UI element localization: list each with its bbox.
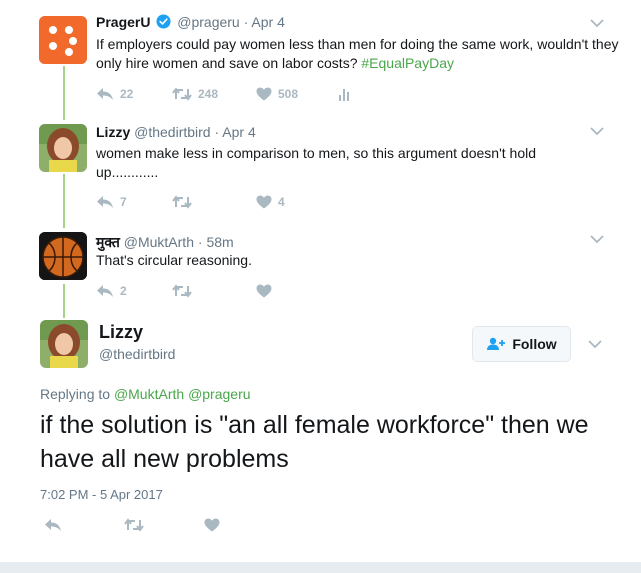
separator-dot: · bbox=[197, 234, 203, 250]
tweet-time[interactable]: Apr 4 bbox=[251, 14, 284, 30]
follow-button[interactable]: Follow bbox=[472, 326, 571, 362]
reply-button[interactable] bbox=[44, 518, 124, 532]
tweet-actions: 7 4 bbox=[96, 193, 285, 211]
add-user-icon bbox=[487, 337, 506, 350]
like-count: 508 bbox=[278, 87, 299, 101]
heart-icon bbox=[256, 195, 272, 209]
page-footer-divider bbox=[0, 562, 641, 573]
mention-link[interactable]: @MuktArth bbox=[114, 386, 184, 402]
tweet-header: Lizzy @thedirtbird · Apr 4 bbox=[96, 124, 256, 140]
main-author-avatar[interactable] bbox=[40, 320, 88, 368]
like-button[interactable] bbox=[204, 518, 220, 532]
tweet-prageru[interactable]: PragerU @prageru · Apr 4 If employers co… bbox=[0, 0, 641, 112]
mention-link[interactable]: @prageru bbox=[188, 386, 250, 402]
tweet-text: If employers could pay women less than m… bbox=[96, 35, 636, 73]
reply-count: 2 bbox=[120, 284, 127, 298]
analytics-button[interactable] bbox=[338, 87, 352, 101]
like-button[interactable]: 508 bbox=[256, 87, 338, 101]
reply-icon bbox=[45, 519, 61, 531]
like-count: 4 bbox=[278, 195, 285, 209]
tweet-text-body: If employers could pay women less than m… bbox=[96, 36, 619, 71]
author-handle[interactable]: @thedirtbird bbox=[134, 124, 210, 140]
follow-button-label: Follow bbox=[512, 336, 557, 352]
tweet-header: मुक्त @MuktArth · 58m bbox=[96, 233, 234, 252]
heart-icon bbox=[256, 87, 272, 101]
analytics-icon bbox=[339, 89, 349, 101]
tweet-muktarth-reply[interactable]: मुक्त @MuktArth · 58m That's circular re… bbox=[0, 222, 641, 314]
reply-icon bbox=[97, 196, 113, 208]
retweet-icon bbox=[124, 518, 144, 532]
author-name[interactable]: PragerU bbox=[96, 14, 150, 30]
retweet-icon bbox=[172, 195, 192, 209]
retweet-icon bbox=[172, 284, 192, 298]
tweet-text: That's circular reasoning. bbox=[96, 252, 252, 268]
lizzy-avatar-image bbox=[39, 124, 87, 172]
author-name[interactable]: मुक्त bbox=[96, 234, 120, 250]
heart-icon bbox=[204, 518, 220, 532]
lizzy-avatar[interactable] bbox=[39, 124, 87, 172]
author-name[interactable]: Lizzy bbox=[96, 124, 130, 140]
retweet-button[interactable] bbox=[172, 195, 256, 209]
author-handle[interactable]: @prageru bbox=[177, 14, 239, 30]
reply-button[interactable]: 2 bbox=[96, 284, 172, 298]
reply-button[interactable]: 22 bbox=[96, 87, 172, 101]
hashtag-link[interactable]: #EqualPayDay bbox=[361, 55, 454, 71]
like-button[interactable] bbox=[256, 284, 272, 298]
chevron-down-icon[interactable] bbox=[589, 18, 605, 28]
replying-to-label: Replying to bbox=[40, 386, 114, 402]
retweet-button[interactable] bbox=[124, 518, 204, 532]
retweet-icon bbox=[172, 87, 192, 101]
tweet-time[interactable]: Apr 4 bbox=[222, 124, 255, 140]
chevron-down-icon[interactable] bbox=[589, 126, 605, 136]
prageru-logo-icon bbox=[39, 16, 87, 64]
separator-dot: · bbox=[214, 124, 220, 140]
main-tweet-timestamp[interactable]: 7:02 PM - 5 Apr 2017 bbox=[40, 487, 163, 502]
heart-icon bbox=[256, 284, 272, 298]
chevron-down-icon[interactable] bbox=[587, 339, 603, 349]
main-tweet-actions bbox=[44, 518, 220, 532]
tweet-actions: 22 248 508 bbox=[96, 85, 352, 103]
retweet-button[interactable] bbox=[172, 284, 256, 298]
reply-icon bbox=[97, 88, 113, 100]
tweet-actions: 2 bbox=[96, 282, 272, 300]
lizzy-avatar-image bbox=[40, 320, 88, 368]
basketball-icon bbox=[39, 232, 87, 280]
verified-badge-icon bbox=[156, 14, 171, 29]
reply-button[interactable]: 7 bbox=[96, 195, 172, 209]
tweet-header: PragerU @prageru · Apr 4 bbox=[96, 14, 285, 30]
like-button[interactable]: 4 bbox=[256, 195, 285, 209]
replying-to-line: Replying to @MuktArth @prageru bbox=[40, 386, 251, 402]
reply-count: 22 bbox=[120, 87, 134, 101]
chevron-down-icon[interactable] bbox=[589, 234, 605, 244]
reply-icon bbox=[97, 285, 113, 297]
reply-count: 7 bbox=[120, 195, 127, 209]
retweet-count: 248 bbox=[198, 87, 219, 101]
retweet-button[interactable]: 248 bbox=[172, 87, 256, 101]
muktarth-avatar[interactable] bbox=[39, 232, 87, 280]
main-tweet-text: if the solution is "an all female workfo… bbox=[40, 411, 589, 473]
prageru-avatar[interactable] bbox=[39, 16, 87, 64]
tweet-text: women make less in comparison to men, so… bbox=[96, 145, 537, 180]
tweet-time[interactable]: 58m bbox=[206, 234, 233, 250]
main-author-name[interactable]: Lizzy bbox=[99, 322, 143, 343]
main-author-handle[interactable]: @thedirtbird bbox=[99, 346, 175, 362]
separator-dot: · bbox=[243, 14, 249, 30]
author-handle[interactable]: @MuktArth bbox=[124, 234, 194, 250]
tweet-lizzy-reply[interactable]: Lizzy @thedirtbird · Apr 4 women make le… bbox=[0, 112, 641, 222]
